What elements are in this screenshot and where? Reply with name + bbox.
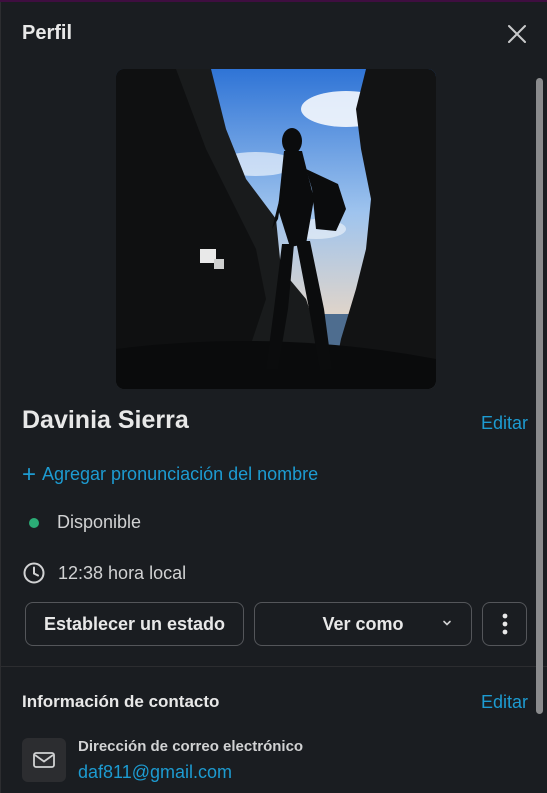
clock-icon: [23, 562, 45, 584]
local-time-text: 12:38 hora local: [58, 562, 187, 583]
contact-info-heading: Información de contacto: [22, 692, 220, 711]
scrollbar[interactable]: [536, 78, 543, 714]
add-pronunciation-label: Agregar pronunciación del nombre: [42, 464, 319, 484]
profile-photo: [116, 69, 436, 389]
more-actions-button[interactable]: [482, 602, 527, 646]
set-status-label: Establecer un estado: [43, 613, 226, 634]
add-pronunciation-link[interactable]: + Agregar pronunciación del nombre: [22, 460, 319, 488]
view-as-label: Ver como: [322, 613, 404, 634]
view-as-dropdown[interactable]: Ver como: [254, 602, 472, 646]
chevron-down-icon: [443, 620, 451, 626]
set-status-button[interactable]: Establecer un estado: [25, 602, 244, 646]
presence-status: Disponible: [22, 512, 141, 533]
email-label: Dirección de correo electrónico: [78, 738, 304, 755]
envelope-icon: [33, 752, 55, 768]
email-link[interactable]: daf811@gmail.com: [78, 762, 232, 783]
email-icon-box: [22, 738, 66, 782]
local-time: 12:38 hora local: [22, 561, 186, 585]
vertical-ellipsis-icon: [502, 613, 507, 635]
presence-status-text: Disponible: [57, 512, 142, 532]
profile-name: Davinia Sierra: [22, 406, 189, 434]
edit-profile-link[interactable]: Editar: [481, 413, 528, 434]
edit-contact-link[interactable]: Editar: [481, 692, 528, 713]
close-icon[interactable]: [503, 20, 531, 48]
section-divider: [0, 666, 547, 667]
panel-title: Perfil: [22, 22, 73, 44]
presence-dot-icon: [29, 517, 39, 528]
plus-icon: +: [22, 460, 37, 488]
